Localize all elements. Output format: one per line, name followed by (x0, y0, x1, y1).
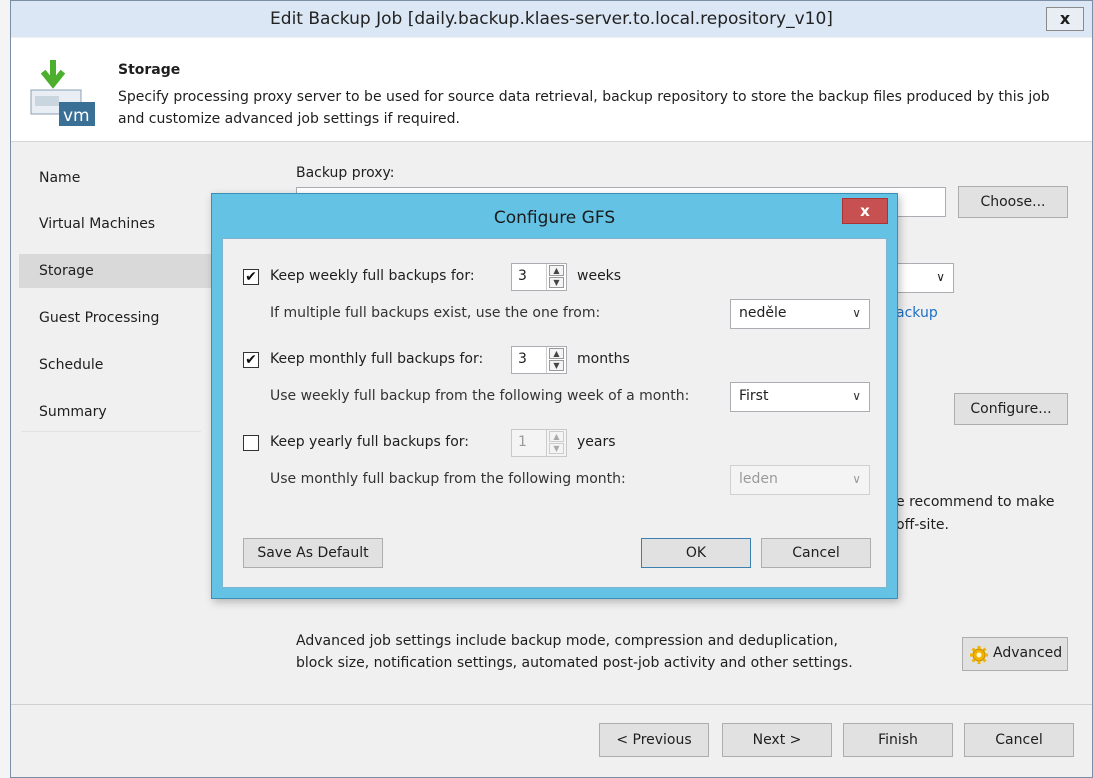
spin-up-icon[interactable]: ▲ (549, 348, 564, 359)
recommend-text-line2: off-site. (896, 517, 949, 533)
spin-down-icon[interactable]: ▼ (549, 277, 564, 288)
choose-proxy-button[interactable]: Choose... (958, 186, 1068, 218)
previous-button[interactable]: < Previous (599, 723, 709, 757)
yearly-checkbox[interactable] (243, 435, 259, 451)
next-button[interactable]: Next > (722, 723, 832, 757)
weekly-label: Keep weekly full backups for: (270, 268, 475, 284)
finish-button[interactable]: Finish (843, 723, 953, 757)
weekly-count-value: 3 (518, 268, 527, 284)
monthly-sub-label: Use weekly full backup from the followin… (270, 388, 690, 404)
gear-icon (970, 646, 988, 664)
weekly-unit: weeks (577, 268, 622, 284)
dialog-body: ✔ Keep weekly full backups for: 3 ▲ ▼ we… (222, 238, 887, 588)
advanced-button-label: Advanced (993, 645, 1063, 661)
monthly-count-value: 3 (518, 351, 527, 367)
advanced-button[interactable]: Advanced (962, 637, 1068, 671)
window-title-bar: Edit Backup Job [daily.backup.klaes-serv… (11, 1, 1092, 37)
spin-down-icon[interactable]: ▼ (549, 360, 564, 371)
chevron-down-icon: ∨ (852, 389, 861, 403)
map-backup-link[interactable]: ackup (896, 305, 938, 321)
spin-up-icon[interactable]: ▲ (549, 265, 564, 276)
wizard-header: vm Storage Specify processing proxy serv… (11, 38, 1092, 142)
nav-divider (21, 431, 201, 432)
save-as-default-button[interactable]: Save As Default (243, 538, 383, 568)
monthly-week-select[interactable]: First ∨ (730, 382, 870, 412)
dialog-close-button[interactable]: x (842, 198, 888, 224)
checkmark-icon: ✔ (245, 269, 257, 285)
yearly-month-select[interactable]: leden ∨ (730, 465, 870, 495)
vm-storage-icon: vm (30, 60, 95, 126)
backup-proxy-label: Backup proxy: (296, 165, 395, 181)
monthly-week-value: First (739, 388, 769, 404)
monthly-label: Keep monthly full backups for: (270, 351, 484, 367)
monthly-unit: months (577, 351, 630, 367)
nav-item-name[interactable]: Name (19, 161, 274, 195)
step-title: Storage (118, 62, 181, 78)
monthly-checkbox[interactable]: ✔ (243, 352, 259, 368)
yearly-sub-label: Use monthly full backup from the followi… (270, 471, 626, 487)
checkmark-icon: ✔ (245, 352, 257, 368)
cancel-button[interactable]: Cancel (964, 723, 1074, 757)
window-close-button[interactable]: x (1046, 7, 1084, 31)
chevron-down-icon: ∨ (852, 306, 861, 320)
configure-gfs-dialog: Configure GFS x ✔ Keep weekly full backu… (211, 193, 898, 599)
spin-up-icon[interactable]: ▲ (549, 431, 564, 442)
weekly-day-select[interactable]: neděle ∨ (730, 299, 870, 329)
window-title: Edit Backup Job [daily.backup.klaes-serv… (270, 9, 833, 29)
yearly-label: Keep yearly full backups for: (270, 434, 470, 450)
advanced-description-line1: Advanced job settings include backup mod… (296, 633, 838, 649)
dialog-title: Configure GFS (493, 208, 616, 228)
monthly-count-stepper[interactable]: 3 ▲ ▼ (511, 346, 567, 374)
chevron-down-icon: ∨ (852, 472, 861, 486)
weekly-sub-label: If multiple full backups exist, use the … (270, 305, 601, 321)
weekly-day-value: neděle (739, 305, 787, 321)
yearly-month-value: leden (739, 471, 778, 487)
background-window-strip (0, 0, 10, 778)
chevron-down-icon: ∨ (936, 270, 945, 284)
weekly-checkbox[interactable]: ✔ (243, 269, 259, 285)
svg-text:vm: vm (63, 106, 90, 126)
yearly-unit: years (577, 434, 616, 450)
yearly-count-stepper[interactable]: 1 ▲ ▼ (511, 429, 567, 457)
yearly-count-value: 1 (518, 434, 527, 450)
dialog-cancel-button[interactable]: Cancel (761, 538, 871, 568)
spin-down-icon[interactable]: ▼ (549, 443, 564, 454)
recommend-text-line1: e recommend to make (896, 494, 1055, 510)
footer-separator (11, 704, 1092, 705)
ok-button[interactable]: OK (641, 538, 751, 568)
advanced-description-line2: block size, notification settings, autom… (296, 655, 853, 671)
weekly-count-stepper[interactable]: 3 ▲ ▼ (511, 263, 567, 291)
configure-button[interactable]: Configure... (954, 393, 1068, 425)
step-description: Specify processing proxy server to be us… (118, 89, 1050, 127)
